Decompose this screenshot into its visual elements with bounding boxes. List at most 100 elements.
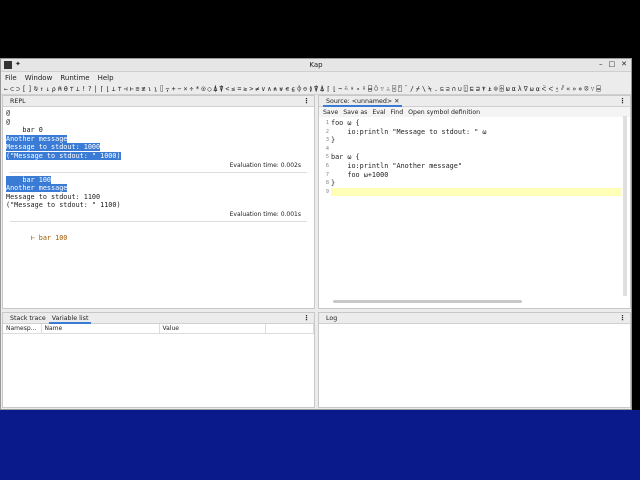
tab-log[interactable]: Log xyxy=(323,313,340,324)
symbol-button[interactable]: λ xyxy=(518,85,522,93)
symbol-button[interactable]: ⊖ xyxy=(303,85,307,93)
symbol-button[interactable]: ∵ xyxy=(380,85,384,93)
symbol-button[interactable]: ⌸ xyxy=(368,85,372,93)
symbol-button[interactable]: ↑ xyxy=(40,85,44,93)
horizontal-scrollbar[interactable] xyxy=(333,300,522,303)
open-symbol-definition-button[interactable]: Open symbol definition xyxy=(408,109,480,116)
symbol-button[interactable]: ⌈ xyxy=(326,85,330,93)
symbol-button[interactable]: ⌊ xyxy=(332,85,336,93)
close-icon[interactable]: ✕ xyxy=(621,60,627,68)
tab-variable-list[interactable]: Variable list xyxy=(48,313,92,324)
symbol-button[interactable]: ⌿ xyxy=(416,85,420,93)
symbol-button[interactable]: . xyxy=(434,85,438,93)
symbol-button[interactable]: ⌷ xyxy=(160,85,164,93)
symbol-button[interactable]: ⍪ xyxy=(166,85,170,93)
symbol-button[interactable]: ∨ xyxy=(261,85,265,93)
symbol-button[interactable]: ⊤ xyxy=(118,85,122,93)
symbol-button[interactable]: ⍱ xyxy=(279,85,283,93)
repl-input[interactable]: ⊢ bar 100 xyxy=(3,225,314,251)
symbol-button[interactable]: * xyxy=(196,85,200,93)
symbol-button[interactable]: ⍥ xyxy=(374,85,378,93)
symbol-button[interactable]: ∧ xyxy=(267,85,271,93)
symbol-button[interactable]: ⌹ xyxy=(500,85,504,93)
vertical-scrollbar[interactable] xyxy=(623,116,627,296)
symbol-button[interactable]: ⊒ xyxy=(476,85,480,93)
symbol-button[interactable]: ÷ xyxy=(190,85,194,93)
symbol-button[interactable]: ≡ xyxy=(136,85,140,93)
symbol-button[interactable]: ≥ xyxy=(243,85,247,93)
symbol-button[interactable]: ○ xyxy=(207,85,211,93)
column-namespace[interactable]: Namesp... xyxy=(3,324,42,334)
symbol-button[interactable]: [ xyxy=(22,85,26,93)
symbol-button[interactable]: ∴ xyxy=(386,85,390,93)
symbol-button[interactable]: ⍠ xyxy=(464,85,468,93)
symbol-button[interactable]: ↓ xyxy=(46,85,50,93)
symbol-button[interactable]: ∇ xyxy=(524,85,528,93)
symbol-button[interactable]: ? xyxy=(88,85,92,93)
symbol-button[interactable]: ⍉ xyxy=(34,85,38,93)
symbol-button[interactable]: + xyxy=(172,85,176,93)
menu-help[interactable]: Help xyxy=(98,74,114,82)
symbol-button[interactable]: ∪ xyxy=(458,85,462,93)
symbol-button[interactable]: ⊤ xyxy=(70,85,74,93)
symbol-button[interactable]: ⍺ xyxy=(536,85,540,93)
symbol-button[interactable]: ⊆ xyxy=(440,85,444,93)
debug-menu-icon[interactable]: ⋮ xyxy=(303,314,310,322)
symbol-button[interactable]: ⍕ xyxy=(482,85,486,93)
symbol-button[interactable]: ⌾ xyxy=(494,85,498,93)
symbol-button[interactable]: ⍋ xyxy=(320,85,324,93)
symbol-button[interactable]: ⦻ xyxy=(584,84,588,93)
tab-source[interactable]: Source: <unnamed> ✕ xyxy=(323,96,403,107)
symbol-button[interactable]: ⍎ xyxy=(488,85,492,93)
symbol-button[interactable]: ≢ xyxy=(142,85,146,93)
symbol-button[interactable]: ⍋ xyxy=(213,85,217,93)
symbol-button[interactable]: ∵ xyxy=(591,85,595,93)
minimize-icon[interactable]: – xyxy=(599,60,603,68)
symbol-button[interactable]: ⍣ xyxy=(350,85,354,93)
symbol-button[interactable]: / xyxy=(410,85,414,93)
symbol-button[interactable]: ⍨ xyxy=(344,85,348,93)
symbol-button[interactable]: ⍬ xyxy=(64,85,68,93)
symbol-button[interactable]: ⍛ xyxy=(555,85,559,93)
symbol-button[interactable]: ∘ xyxy=(356,85,360,93)
symbol-button[interactable]: « xyxy=(566,85,570,93)
symbol-button[interactable]: ⫽ xyxy=(561,84,564,93)
symbol-button[interactable]: \ xyxy=(422,85,426,93)
symbol-button[interactable]: < xyxy=(225,85,229,93)
symbol-button[interactable]: × xyxy=(184,85,188,93)
symbol-button[interactable]: ⍒ xyxy=(314,85,318,93)
symbol-button[interactable]: ~ xyxy=(338,85,342,93)
symbol-button[interactable]: ⌊ xyxy=(106,85,110,93)
symbol-button[interactable]: > xyxy=(249,85,253,93)
column-name[interactable]: Name xyxy=(41,324,160,334)
save-as-button[interactable]: Save as xyxy=(343,109,367,116)
symbol-button[interactable]: ⊥ xyxy=(112,85,116,93)
symbol-button[interactable]: ⌻ xyxy=(392,85,396,93)
symbol-button[interactable]: ⍀ xyxy=(428,85,432,93)
symbol-button[interactable]: ⋄ xyxy=(578,85,582,93)
symbol-button[interactable]: ω xyxy=(506,85,510,93)
code-editor[interactable]: 123456789 foo ⍵ { io:println "Message to… xyxy=(319,119,622,308)
symbol-button[interactable]: ] xyxy=(28,85,32,93)
symbol-button[interactable]: » xyxy=(572,85,576,93)
symbol-button[interactable]: ᑈ xyxy=(542,85,547,93)
symbol-button[interactable]: ⍵ xyxy=(530,85,534,93)
menu-file[interactable]: File xyxy=(5,74,17,82)
symbol-button[interactable]: ⊑ xyxy=(470,85,474,93)
close-tab-icon[interactable]: ✕ xyxy=(394,98,399,105)
symbol-button[interactable]: ⌽ xyxy=(297,85,301,93)
symbol-button[interactable]: ≬ xyxy=(309,85,312,93)
symbol-button[interactable]: ᐸ xyxy=(548,85,553,93)
symbol-button[interactable]: ∊ xyxy=(285,85,289,93)
symbol-button[interactable]: ⍴ xyxy=(52,85,56,93)
symbol-button[interactable]: ⊢ xyxy=(130,85,134,93)
symbol-button[interactable]: α xyxy=(512,85,516,93)
tab-repl[interactable]: REPL xyxy=(7,96,29,107)
find-button[interactable]: Find xyxy=(390,109,403,116)
symbol-button[interactable]: ¨ xyxy=(404,85,408,93)
eval-button[interactable]: Eval xyxy=(372,109,385,116)
symbol-button[interactable]: ⍒ xyxy=(219,85,223,93)
symbol-button[interactable]: ∩ xyxy=(452,85,456,93)
symbol-button[interactable]: ⊃ xyxy=(16,85,20,93)
symbol-button[interactable]: ⍷ xyxy=(291,85,295,93)
